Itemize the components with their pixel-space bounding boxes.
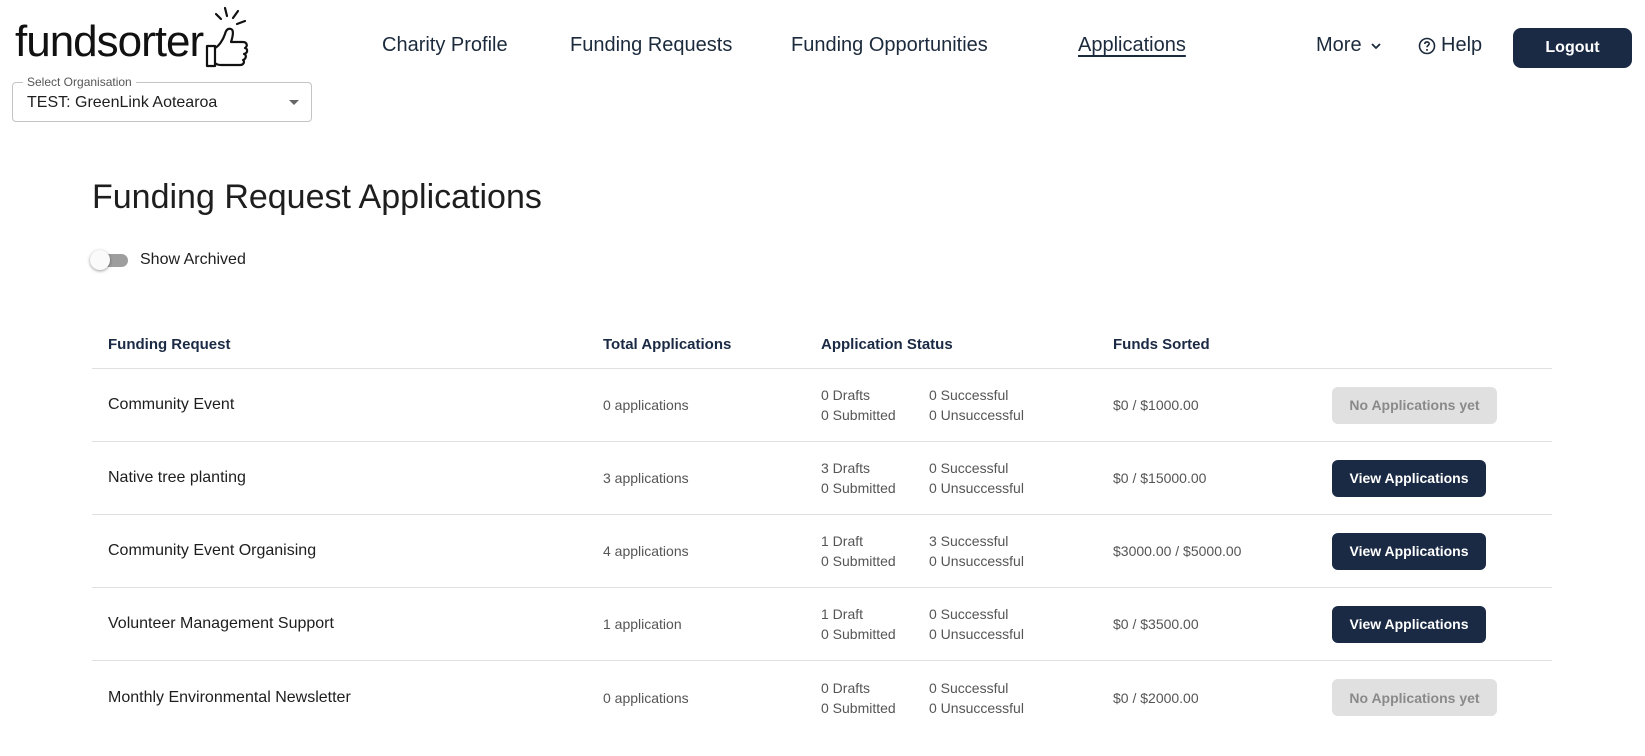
funding-request-name: Community Event Organising	[108, 542, 317, 559]
nav-charity-profile[interactable]: Charity Profile	[382, 34, 508, 57]
application-status: 3 Drafts 0 Submitted 0 Successful 0 Unsu…	[821, 460, 1113, 496]
total-applications: 3 applications	[603, 470, 689, 486]
view-applications-button[interactable]: View Applications	[1332, 605, 1486, 643]
application-status: 1 Draft 0 Submitted 3 Successful 0 Unsuc…	[821, 533, 1113, 569]
nav-applications[interactable]: Applications	[1078, 34, 1186, 57]
show-archived-toggle[interactable]	[90, 250, 128, 270]
header-funds-sorted: Funds Sorted	[1113, 335, 1210, 353]
funding-request-name: Native tree planting	[108, 469, 246, 486]
total-applications: 1 application	[603, 616, 682, 632]
logo[interactable]: fundsorter	[15, 6, 251, 70]
table-header-row: Funding Request Total Applications Appli…	[92, 320, 1552, 369]
page-title: Funding Request Applications	[92, 178, 542, 216]
status-outcomes: 0 Successful 0 Unsuccessful	[929, 460, 1024, 496]
status-drafts-submitted: 1 Draft 0 Submitted	[821, 606, 929, 642]
status-outcomes: 3 Successful 0 Unsuccessful	[929, 533, 1024, 569]
successful-count: 0 Successful	[929, 387, 1009, 403]
nav-help-label: Help	[1441, 34, 1483, 56]
unsuccessful-count: 0 Unsuccessful	[929, 407, 1024, 423]
unsuccessful-count: 0 Unsuccessful	[929, 626, 1024, 642]
toggle-knob	[90, 250, 110, 270]
unsuccessful-count: 0 Unsuccessful	[929, 699, 1024, 716]
table-row: Community Event 0 applications 0 Drafts …	[92, 369, 1552, 442]
header-application-status: Application Status	[821, 335, 953, 353]
total-applications: 0 applications	[603, 689, 689, 706]
submitted-count: 0 Submitted	[821, 407, 896, 423]
status-outcomes: 0 Successful 0 Unsuccessful	[929, 680, 1024, 716]
successful-count: 3 Successful	[929, 533, 1009, 549]
nav-funding-opportunities[interactable]: Funding Opportunities	[791, 34, 988, 57]
drafts-count: 1 Draft	[821, 533, 864, 549]
view-applications-button[interactable]: View Applications	[1332, 459, 1486, 497]
application-status: 1 Draft 0 Submitted 0 Successful 0 Unsuc…	[821, 606, 1113, 642]
funding-request-name: Volunteer Management Support	[108, 615, 334, 632]
submitted-count: 0 Submitted	[821, 480, 896, 496]
unsuccessful-count: 0 Unsuccessful	[929, 480, 1024, 496]
table-row: Native tree planting 3 applications 3 Dr…	[92, 442, 1552, 515]
funds-sorted: $0 / $3500.00	[1113, 616, 1199, 632]
status-drafts-submitted: 3 Drafts 0 Submitted	[821, 460, 929, 496]
funds-sorted: $0 / $1000.00	[1113, 397, 1199, 413]
funds-sorted: $0 / $2000.00	[1113, 689, 1199, 706]
total-applications: 0 applications	[603, 397, 689, 413]
table-row: Community Event Organising 4 application…	[92, 515, 1552, 588]
applications-table: Funding Request Total Applications Appli…	[92, 320, 1552, 734]
drafts-count: 0 Drafts	[821, 679, 871, 696]
table-row: Monthly Environmental Newsletter 0 appli…	[92, 661, 1552, 734]
no-applications-button: No Applications yet	[1332, 679, 1497, 716]
funding-request-name: Monthly Environmental Newsletter	[108, 688, 351, 706]
show-archived-row: Show Archived	[90, 250, 246, 270]
application-status: 0 Drafts 0 Submitted 0 Successful 0 Unsu…	[821, 680, 1113, 716]
drafts-count: 1 Draft	[821, 606, 864, 622]
show-archived-label: Show Archived	[140, 251, 246, 268]
status-drafts-submitted: 1 Draft 0 Submitted	[821, 533, 929, 569]
status-outcomes: 0 Successful 0 Unsuccessful	[929, 606, 1024, 642]
chevron-down-icon	[1370, 42, 1381, 49]
unsuccessful-count: 0 Unsuccessful	[929, 553, 1024, 569]
successful-count: 0 Successful	[929, 679, 1009, 696]
successful-count: 0 Successful	[929, 460, 1009, 476]
total-applications: 4 applications	[603, 543, 689, 559]
drafts-count: 0 Drafts	[821, 387, 871, 403]
logout-button[interactable]: Logout	[1513, 28, 1632, 68]
status-drafts-submitted: 0 Drafts 0 Submitted	[821, 387, 929, 423]
header-funding-request: Funding Request	[108, 335, 231, 353]
organisation-select-label: Select Organisation	[23, 75, 136, 89]
status-outcomes: 0 Successful 0 Unsuccessful	[929, 387, 1024, 423]
thumbs-up-icon	[206, 6, 249, 68]
nav-help[interactable]: Help	[1418, 34, 1482, 57]
organisation-select[interactable]: Select Organisation TEST: GreenLink Aote…	[12, 75, 312, 122]
submitted-count: 0 Submitted	[821, 553, 896, 569]
organisation-select-value: TEST: GreenLink Aotearoa	[27, 94, 218, 111]
view-applications-button[interactable]: View Applications	[1332, 532, 1486, 570]
submitted-count: 0 Submitted	[821, 699, 896, 716]
application-status: 0 Drafts 0 Submitted 0 Successful 0 Unsu…	[821, 387, 1113, 423]
nav-more-dropdown[interactable]: More	[1316, 34, 1382, 57]
successful-count: 0 Successful	[929, 606, 1009, 622]
help-circle-icon	[1418, 37, 1436, 54]
status-drafts-submitted: 0 Drafts 0 Submitted	[821, 680, 929, 716]
nav-funding-requests[interactable]: Funding Requests	[570, 34, 732, 57]
funds-sorted: $3000.00 / $5000.00	[1113, 543, 1242, 559]
caret-down-icon	[289, 100, 299, 105]
nav-more-label: More	[1316, 34, 1362, 56]
submitted-count: 0 Submitted	[821, 626, 896, 642]
no-applications-button: No Applications yet	[1332, 386, 1497, 424]
drafts-count: 3 Drafts	[821, 460, 871, 476]
funding-request-name: Community Event	[108, 396, 235, 413]
table-row: Volunteer Management Support 1 applicati…	[92, 588, 1552, 661]
funds-sorted: $0 / $15000.00	[1113, 470, 1207, 486]
header-total-applications: Total Applications	[603, 335, 732, 353]
logo-text: fundsorter	[15, 17, 204, 66]
